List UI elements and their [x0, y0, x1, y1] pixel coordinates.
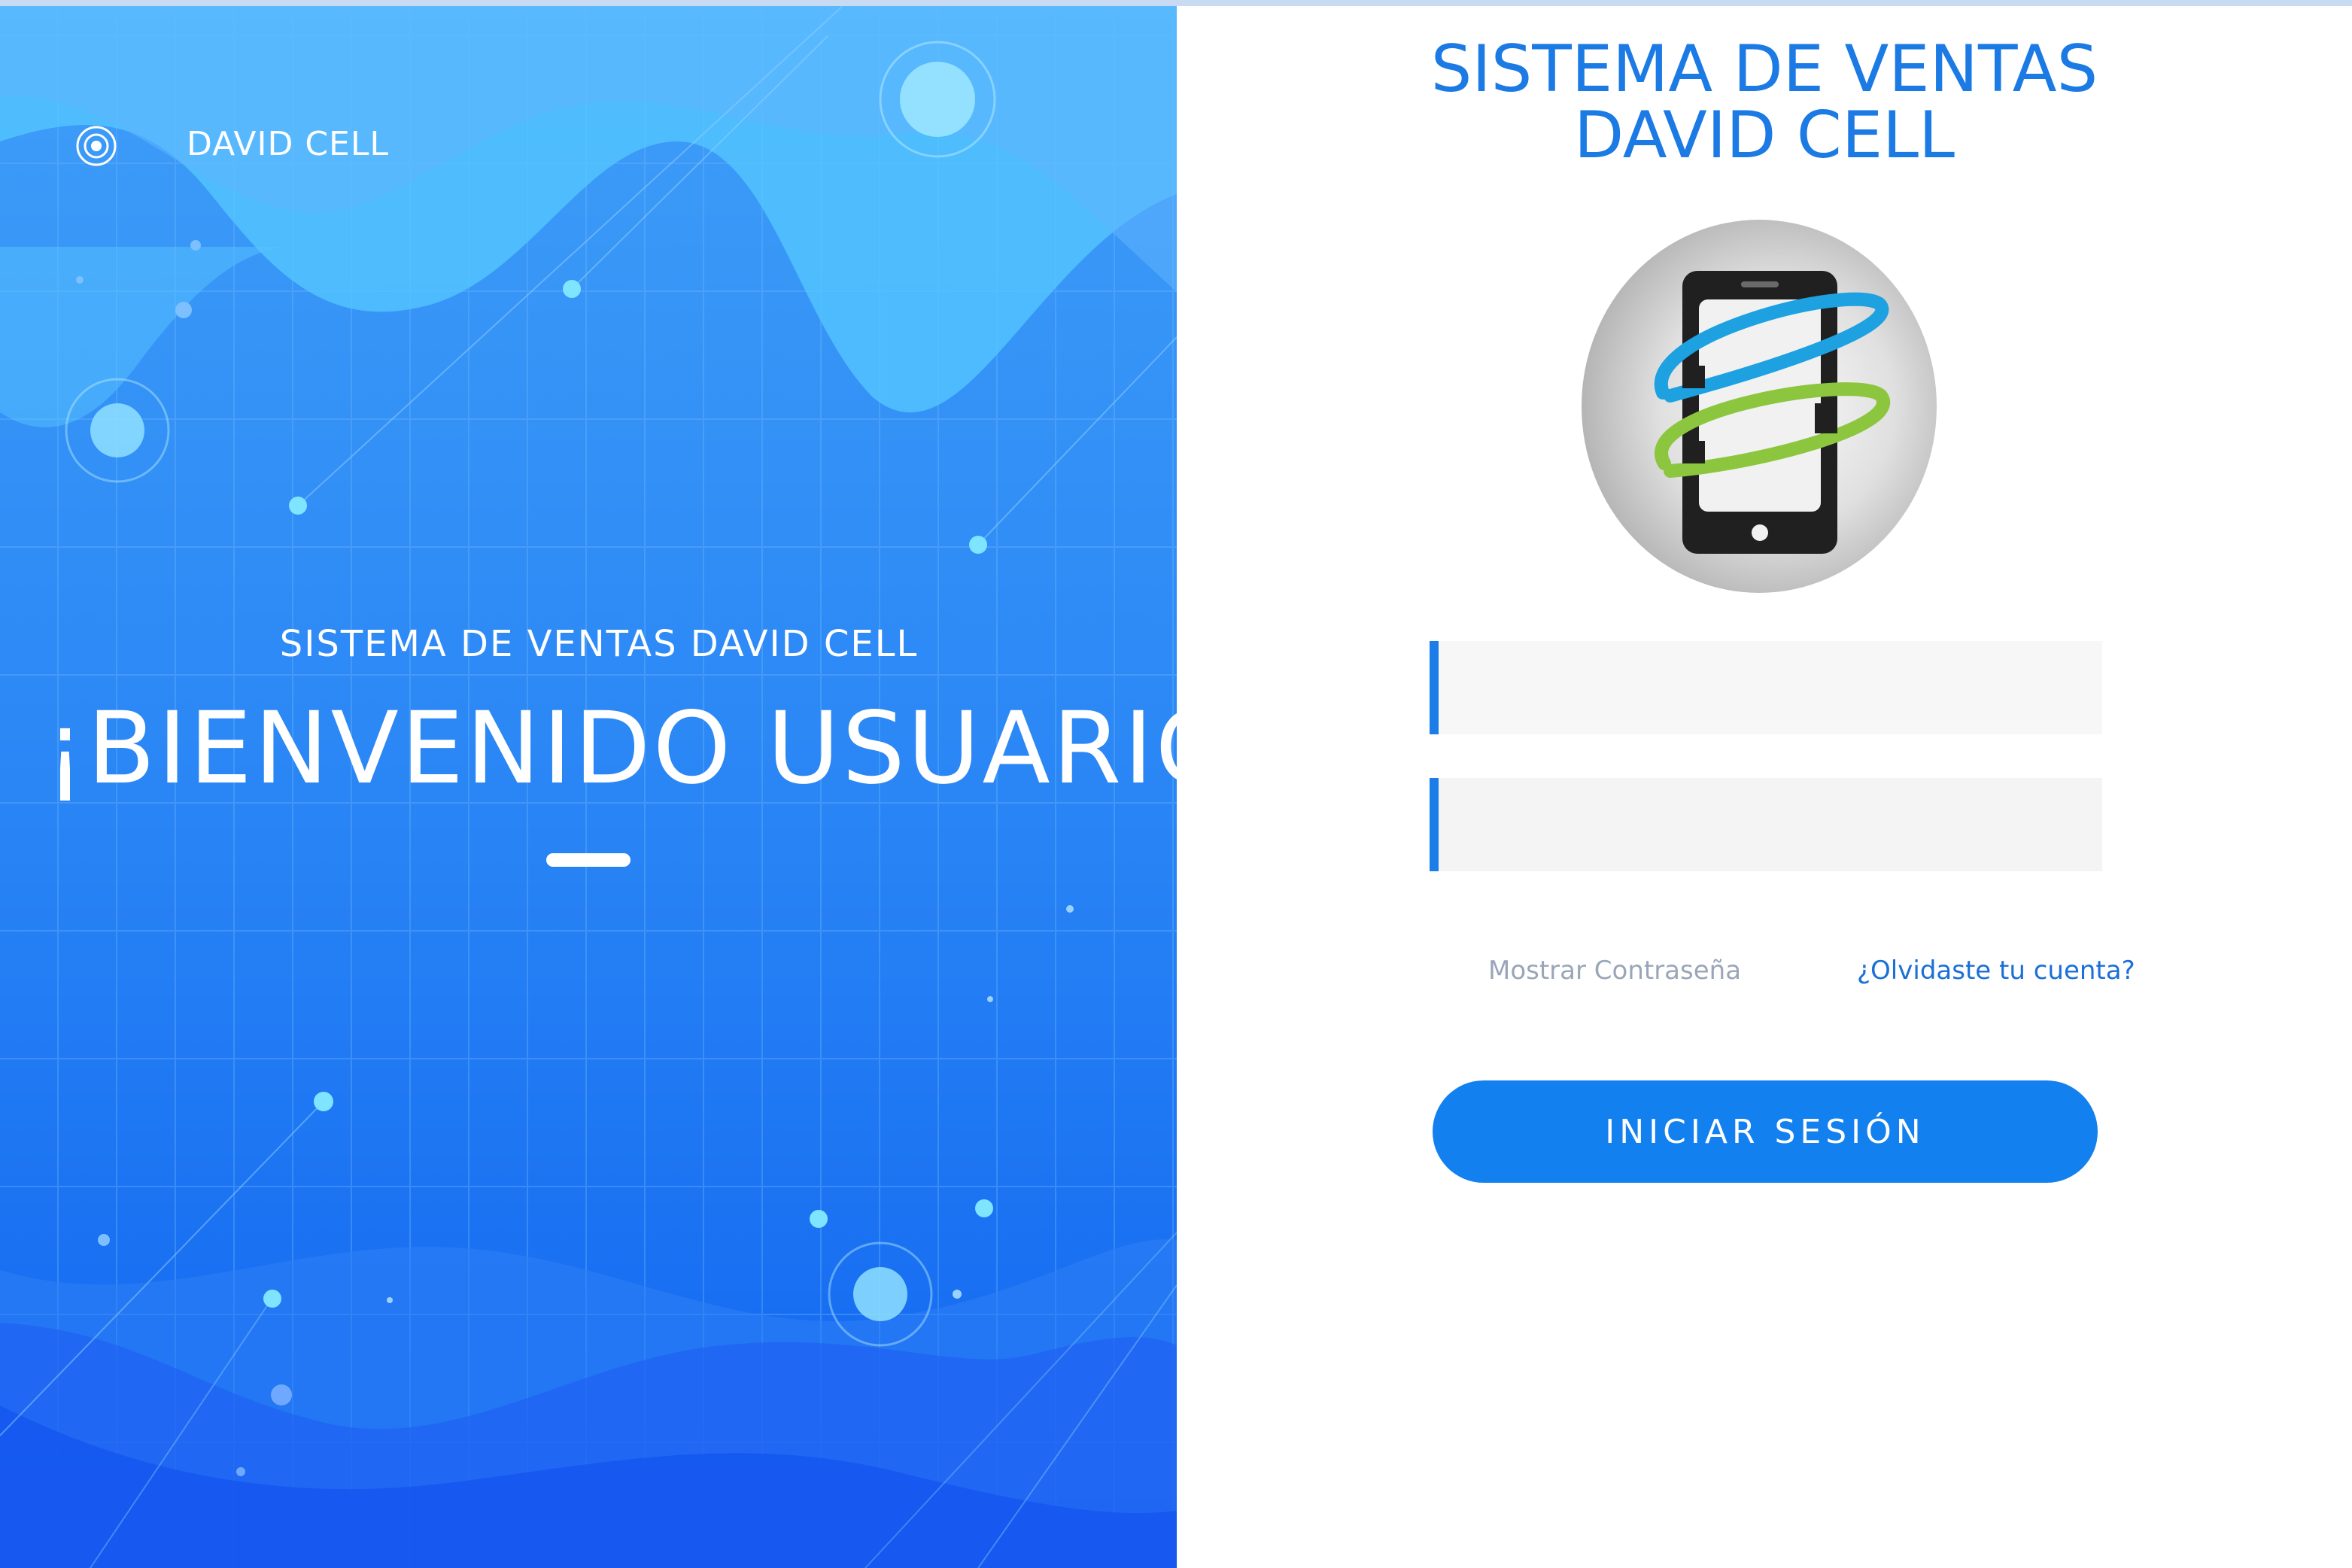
login-button[interactable]: INICIAR SESIÓN: [1433, 1080, 2098, 1183]
app-title: SISTEMA DE VENTAS DAVID CELL: [1177, 36, 2352, 169]
password-input[interactable]: [1439, 778, 2102, 871]
show-password-toggle[interactable]: Mostrar Contraseña: [1488, 956, 1741, 986]
forgot-account-link[interactable]: ¿Olvidaste tu cuenta?: [1857, 956, 2135, 986]
welcome-panel: DAVID CELL SISTEMA DE VENTAS DAVID CELL …: [0, 6, 1177, 1568]
app-title-line2: DAVID CELL: [1573, 98, 1955, 173]
hero-divider: [546, 853, 631, 867]
hero-title: ¡BIENVENIDO USUARIO!: [45, 691, 1177, 807]
username-field[interactable]: [1430, 641, 2102, 734]
app-title-line1: SISTEMA DE VENTAS: [1430, 32, 2098, 107]
password-field[interactable]: [1430, 778, 2102, 871]
phone-logo-icon: [1582, 220, 1937, 593]
hero-subtitle: SISTEMA DE VENTAS DAVID CELL: [279, 623, 919, 665]
login-panel: SISTEMA DE VENTAS DAVID CELL Mostrar Con…: [1177, 6, 2352, 1568]
username-input[interactable]: [1439, 641, 2102, 734]
window-top-strip: [0, 0, 2352, 6]
target-icon: [76, 126, 117, 166]
brand-name: DAVID CELL: [187, 125, 389, 163]
